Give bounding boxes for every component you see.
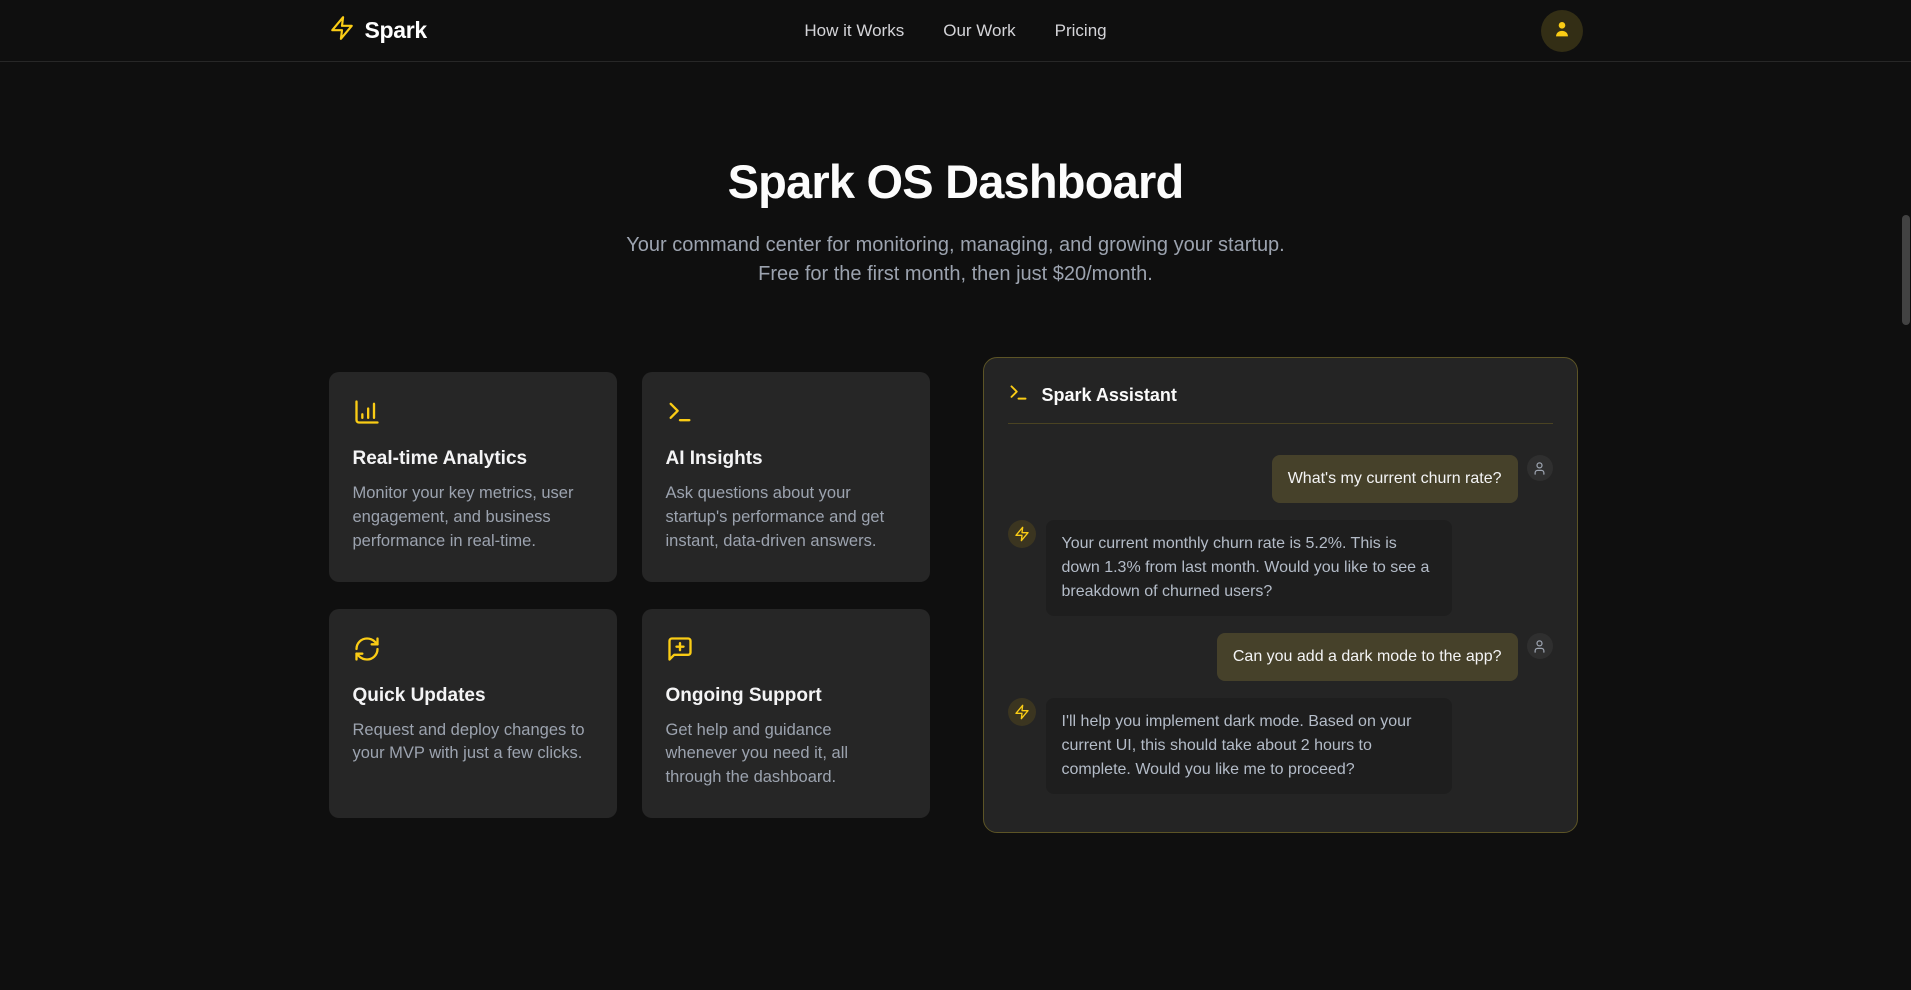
nav-link-pricing[interactable]: Pricing [1055, 21, 1107, 41]
feature-card-ongoing-support: Ongoing Support Get help and guidance wh… [642, 609, 930, 819]
scrollbar-thumb[interactable] [1902, 215, 1910, 325]
brand-name: Spark [365, 17, 427, 44]
chat-message-assistant: Your current monthly churn rate is 5.2%.… [1008, 520, 1553, 616]
user-avatar [1527, 633, 1553, 659]
hero-subtitle: Your command center for monitoring, mana… [616, 231, 1296, 289]
assistant-message-bubble: Your current monthly churn rate is 5.2%.… [1046, 520, 1452, 616]
user-icon [1551, 18, 1573, 43]
feature-title: Real-time Analytics [353, 448, 593, 470]
feature-card-realtime-analytics: Real-time Analytics Monitor your key met… [329, 372, 617, 582]
navbar: Spark How it Works Our Work Pricing [0, 0, 1911, 62]
nav-link-our-work[interactable]: Our Work [943, 21, 1015, 41]
terminal-icon [1008, 382, 1029, 408]
feature-card-ai-insights: AI Insights Ask questions about your sta… [642, 372, 930, 582]
zap-icon [1014, 704, 1030, 720]
feature-description: Get help and guidance whenever you need … [666, 719, 906, 791]
assistant-avatar [1008, 698, 1036, 726]
user-message-bubble: What's my current churn rate? [1272, 455, 1518, 503]
terminal-icon [666, 398, 906, 426]
assistant-panel-header: Spark Assistant [1008, 382, 1553, 408]
feature-title: AI Insights [666, 448, 906, 470]
feature-description: Monitor your key metrics, user engagemen… [353, 482, 593, 554]
chat-message-user: What's my current churn rate? [1008, 455, 1553, 503]
chat-messages: What's my current churn rate? Your curre… [1008, 455, 1553, 794]
assistant-avatar [1008, 520, 1036, 548]
bar-chart-icon [353, 398, 593, 426]
spark-assistant-panel: Spark Assistant What's my current churn … [983, 357, 1578, 833]
brand[interactable]: Spark [329, 15, 805, 46]
zap-icon [329, 15, 355, 46]
page-title: Spark OS Dashboard [0, 154, 1911, 209]
page-scrollbar[interactable] [1901, 0, 1911, 990]
user-avatar-button[interactable] [1541, 10, 1583, 52]
features-grid: Real-time Analytics Monitor your key met… [329, 372, 930, 819]
feature-card-quick-updates: Quick Updates Request and deploy changes… [329, 609, 617, 819]
feature-description: Ask questions about your startup's perfo… [666, 482, 906, 554]
nav-links: How it Works Our Work Pricing [804, 21, 1106, 41]
assistant-message-bubble: I'll help you implement dark mode. Based… [1046, 698, 1452, 794]
zap-icon [1014, 526, 1030, 542]
feature-title: Quick Updates [353, 685, 593, 707]
chat-message-assistant: I'll help you implement dark mode. Based… [1008, 698, 1553, 794]
hero-section: Spark OS Dashboard Your command center f… [0, 154, 1911, 289]
nav-link-how-it-works[interactable]: How it Works [804, 21, 904, 41]
feature-description: Request and deploy changes to your MVP w… [353, 719, 593, 767]
chat-message-user: Can you add a dark mode to the app? [1008, 633, 1553, 681]
feature-title: Ongoing Support [666, 685, 906, 707]
message-plus-icon [666, 635, 906, 663]
user-avatar [1527, 455, 1553, 481]
user-icon [1532, 461, 1547, 476]
main-content: Real-time Analytics Monitor your key met… [329, 357, 1583, 833]
user-icon [1532, 639, 1547, 654]
divider [1008, 423, 1553, 424]
user-message-bubble: Can you add a dark mode to the app? [1217, 633, 1518, 681]
assistant-panel-title: Spark Assistant [1042, 385, 1177, 406]
refresh-icon [353, 635, 593, 663]
